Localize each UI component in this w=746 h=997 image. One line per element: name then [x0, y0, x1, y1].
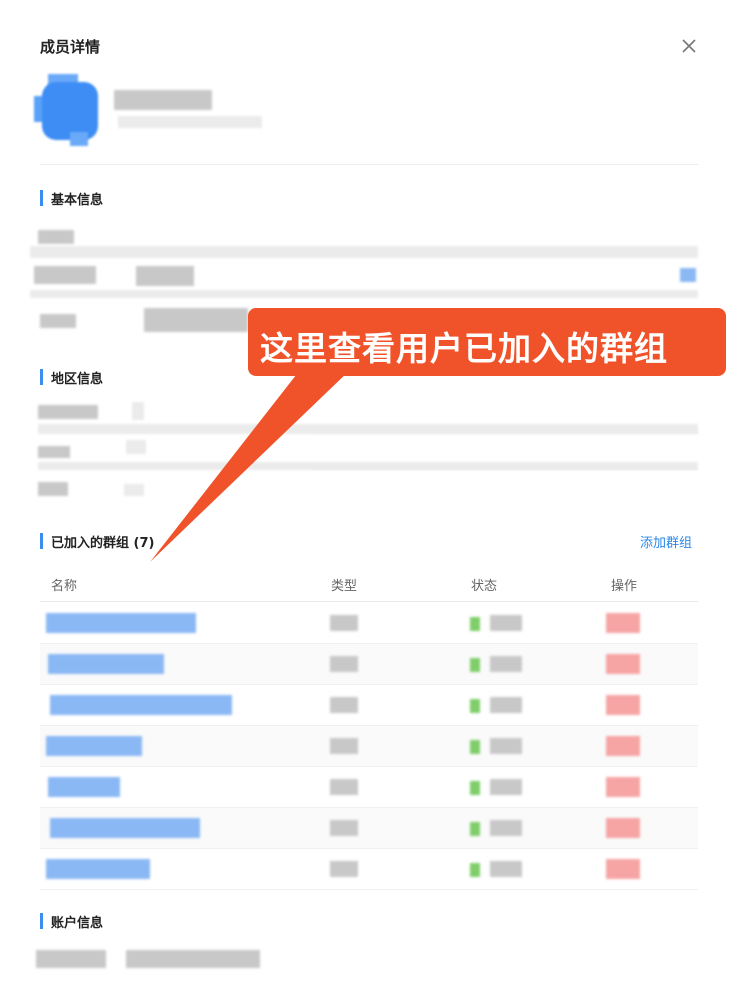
group-status-value: [490, 656, 522, 672]
table-row: [40, 685, 698, 726]
table-row: [40, 726, 698, 767]
group-status-value: [490, 779, 522, 795]
remove-group-action[interactable]: [606, 818, 640, 838]
section-marker: [40, 369, 43, 385]
column-status: 状态: [471, 579, 498, 594]
group-status-value: [490, 738, 522, 754]
section-marker: [40, 190, 43, 206]
divider: [310, 432, 698, 433]
table-row: [40, 808, 698, 849]
group-name-link[interactable]: [50, 695, 232, 715]
group-name-link[interactable]: [46, 859, 150, 879]
remove-group-action[interactable]: [606, 654, 640, 674]
member-detail-dialog: 成员详情 基本信息 地区信息 已加入的群组 (7) 添加群组 名称 类型 状态 …: [0, 0, 746, 997]
divider: [40, 164, 698, 165]
basic-info-redacted: [30, 246, 698, 258]
table-row: [40, 849, 698, 890]
remove-group-action[interactable]: [606, 613, 640, 633]
section-marker: [40, 533, 43, 549]
group-status-value: [490, 615, 522, 631]
basic-info-redacted: [136, 266, 194, 286]
group-type-value: [330, 697, 358, 713]
status-dot: [470, 740, 480, 754]
region-info-redacted: [38, 446, 70, 458]
column-type: 类型: [331, 579, 358, 594]
section-marker: [40, 913, 43, 929]
section-basic-info: 基本信息: [40, 189, 104, 208]
basic-info-redacted: [38, 230, 74, 244]
region-info-redacted: [38, 405, 98, 419]
member-account-redacted: [118, 116, 262, 128]
status-dot: [470, 781, 480, 795]
table-row: [40, 767, 698, 808]
account-info-redacted: [126, 950, 260, 968]
group-name-link[interactable]: [46, 736, 142, 756]
region-info-redacted: [126, 440, 146, 454]
remove-group-action[interactable]: [606, 695, 640, 715]
close-icon[interactable]: [676, 33, 702, 59]
group-name-link[interactable]: [48, 777, 120, 797]
basic-info-redacted: [680, 268, 696, 282]
basic-info-redacted: [34, 266, 96, 284]
group-type-value: [330, 656, 358, 672]
member-name-redacted: [114, 90, 212, 110]
callout-text: 这里查看用户已加入的群组: [260, 329, 668, 368]
section-joined-groups: 已加入的群组 (7): [40, 532, 155, 551]
account-info-redacted: [36, 950, 106, 968]
remove-group-action[interactable]: [606, 736, 640, 756]
section-title: 地区信息: [51, 371, 104, 387]
basic-info-redacted: [40, 314, 76, 328]
group-type-value: [330, 820, 358, 836]
add-group-link[interactable]: 添加群组: [640, 532, 692, 551]
region-info-redacted: [132, 402, 144, 420]
group-status-value: [490, 820, 522, 836]
column-actions: 操作: [611, 579, 638, 594]
group-name-link[interactable]: [48, 654, 164, 674]
section-region-info: 地区信息: [40, 368, 104, 387]
groups-table-header: 名称 类型 状态 操作: [40, 564, 698, 602]
status-dot: [470, 658, 480, 672]
group-name-link[interactable]: [46, 613, 196, 633]
group-type-value: [330, 779, 358, 795]
divider: [310, 469, 698, 470]
column-name: 名称: [51, 579, 78, 594]
dialog-title: 成员详情: [40, 38, 101, 56]
group-status-value: [490, 697, 522, 713]
region-info-redacted: [38, 482, 68, 496]
remove-group-action[interactable]: [606, 859, 640, 879]
status-dot: [470, 822, 480, 836]
status-dot: [470, 617, 480, 631]
remove-group-action[interactable]: [606, 777, 640, 797]
group-type-value: [330, 738, 358, 754]
basic-info-redacted: [144, 308, 248, 332]
section-title: 基本信息: [51, 192, 104, 208]
avatar: [34, 74, 104, 148]
group-type-value: [330, 615, 358, 631]
status-dot: [470, 863, 480, 877]
region-info-redacted: [124, 484, 144, 496]
table-row: [40, 644, 698, 685]
group-name-link[interactable]: [50, 818, 200, 838]
section-title: 账户信息: [51, 915, 104, 931]
table-row: [40, 603, 698, 644]
section-title: 已加入的群组 (7): [51, 535, 155, 551]
group-type-value: [330, 861, 358, 877]
basic-info-redacted: [30, 290, 698, 298]
group-status-value: [490, 861, 522, 877]
status-dot: [470, 699, 480, 713]
section-account-info: 账户信息: [40, 912, 104, 931]
